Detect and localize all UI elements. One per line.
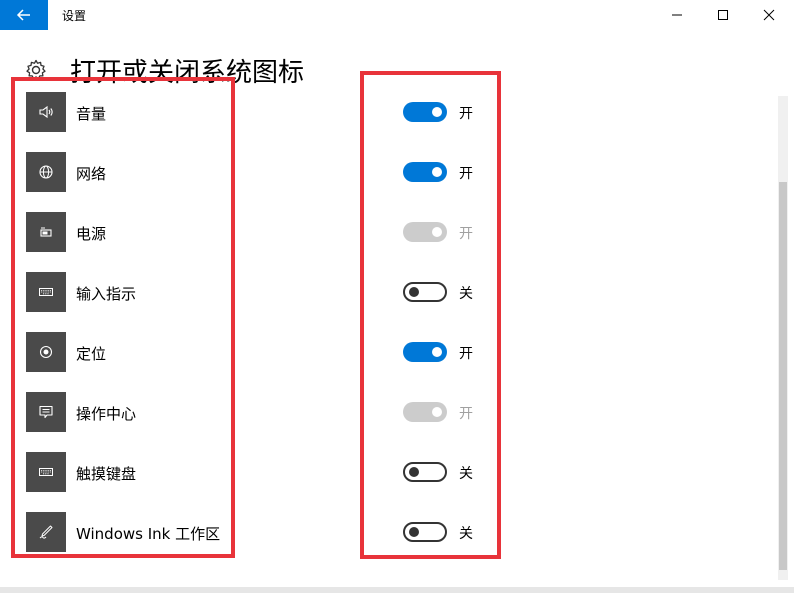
item-label: 电源 — [76, 225, 107, 243]
toggle-state-label: 关 — [459, 286, 473, 302]
back-button[interactable] — [0, 0, 48, 30]
toggle-state-label: 关 — [459, 466, 473, 482]
globe-icon — [39, 165, 53, 179]
list-item: Windows Ink 工作区 关 — [0, 512, 778, 572]
icon-tile — [26, 332, 66, 372]
window-bottom-edge — [0, 587, 794, 593]
close-button[interactable] — [746, 0, 792, 30]
location-icon — [39, 345, 53, 359]
toggle-switch[interactable] — [403, 162, 447, 182]
toggle-state-label: 开 — [459, 406, 473, 422]
keyboard-icon — [39, 288, 53, 296]
close-icon — [763, 9, 775, 21]
toggle-knob — [432, 107, 442, 117]
item-label: 操作中心 — [76, 405, 137, 423]
touch-keyboard-icon — [39, 468, 53, 476]
toggle-knob — [409, 467, 419, 477]
toggle-switch[interactable] — [403, 522, 447, 542]
toggle-state-label: 开 — [459, 346, 473, 362]
maximize-icon — [718, 10, 728, 20]
minimize-icon — [672, 14, 682, 16]
icon-tile — [26, 392, 66, 432]
item-label: 触摸键盘 — [76, 465, 137, 483]
list-item: 操作中心 开 — [0, 392, 778, 452]
icon-tile — [26, 272, 66, 312]
gear-icon — [26, 59, 46, 80]
toggle-knob — [432, 227, 442, 237]
title-bar: 设置 — [0, 0, 794, 30]
maximize-button[interactable] — [700, 0, 746, 30]
vertical-scrollbar[interactable] — [778, 96, 788, 580]
list-item: 定位 开 — [0, 332, 778, 392]
minimize-button[interactable] — [654, 0, 700, 30]
scrollbar-thumb[interactable] — [779, 182, 787, 570]
toggle-switch[interactable] — [403, 222, 447, 242]
toggle-switch[interactable] — [403, 282, 447, 302]
list-item: 触摸键盘 关 — [0, 452, 778, 512]
list-item: 音量 开 — [0, 92, 778, 152]
speaker-icon — [39, 105, 53, 119]
icon-tile — [26, 512, 66, 552]
icon-tile — [26, 212, 66, 252]
toggle-knob — [432, 407, 442, 417]
toggle-switch[interactable] — [403, 102, 447, 122]
toggle-state-label: 开 — [459, 106, 473, 122]
list-item: 输入指示 关 — [0, 272, 778, 332]
toggle-state-label: 关 — [459, 526, 473, 542]
item-label: 定位 — [76, 345, 107, 363]
pen-icon — [39, 525, 53, 539]
item-label: 网络 — [76, 165, 107, 183]
toggle-knob — [409, 287, 419, 297]
item-label: Windows Ink 工作区 — [76, 525, 221, 543]
back-arrow-icon — [16, 9, 30, 21]
item-label: 输入指示 — [76, 285, 137, 303]
battery-icon — [40, 227, 52, 237]
list-item: 电源 开 — [0, 212, 778, 272]
icon-tile — [26, 452, 66, 492]
item-label: 音量 — [76, 105, 107, 123]
toggle-state-label: 开 — [459, 226, 473, 242]
toggle-switch[interactable] — [403, 342, 447, 362]
action-center-icon — [39, 405, 53, 419]
settings-list: 音量 开 网络 开 电源 开 输入指示 关 定位 开 操作中心 开 触摸键盘 关… — [0, 82, 778, 590]
icon-tile — [26, 152, 66, 192]
list-item: 网络 开 — [0, 152, 778, 212]
toggle-state-label: 开 — [459, 166, 473, 182]
toggle-knob — [409, 527, 419, 537]
toggle-switch[interactable] — [403, 402, 447, 422]
toggle-switch[interactable] — [403, 462, 447, 482]
toggle-knob — [432, 167, 442, 177]
window-title: 设置 — [62, 9, 87, 23]
toggle-knob — [432, 347, 442, 357]
icon-tile — [26, 92, 66, 132]
